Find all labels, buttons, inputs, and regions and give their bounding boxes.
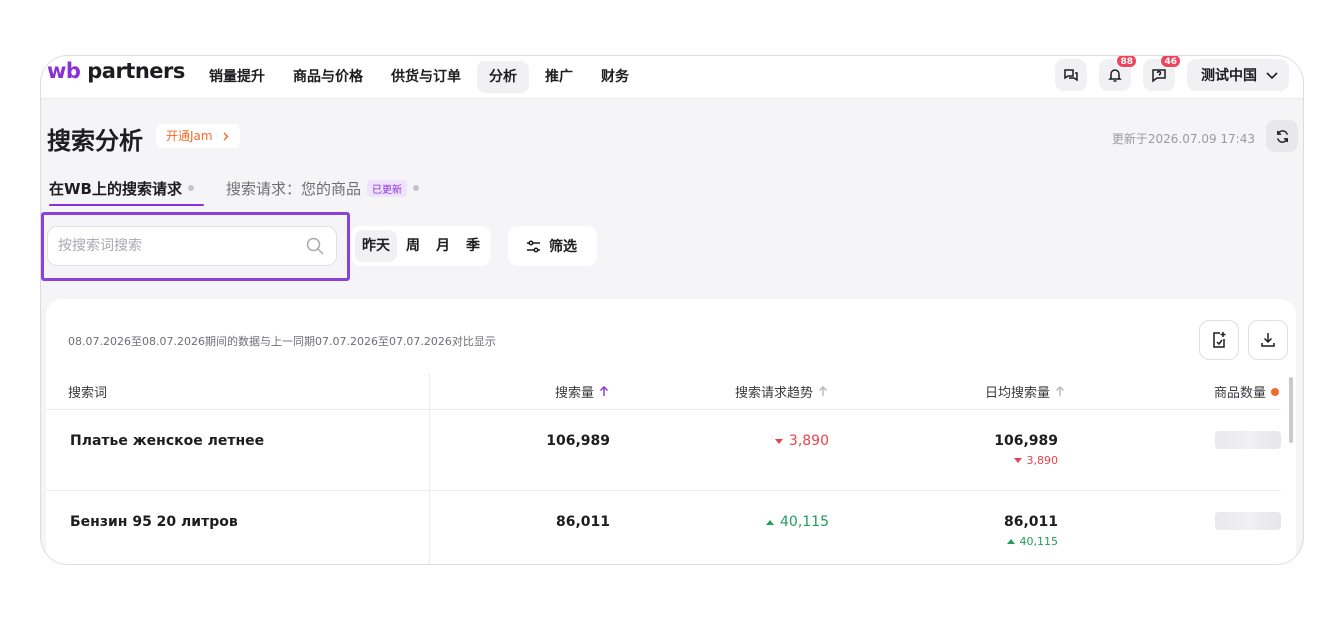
table-row[interactable]: Платье женское летнее 106,989 3,890 106,… <box>46 410 1281 491</box>
info-dot-icon <box>413 185 419 191</box>
wb-partners-logo[interactable]: wb partners <box>47 59 185 83</box>
search-icon[interactable] <box>306 237 324 255</box>
query-cell: Платье женское летнее <box>70 433 265 449</box>
sort-arrow-up-icon <box>600 386 609 396</box>
period-selector: 昨天 周 月 季 <box>351 226 491 266</box>
nav-item-products-prices[interactable]: 商品与价格 <box>281 61 375 93</box>
question-bubble-icon <box>1152 69 1166 83</box>
tab-wb-search-queries[interactable]: 在WB上的搜索请求 <box>49 172 204 206</box>
export-to-sheet-button[interactable] <box>1199 320 1239 360</box>
sort-arrow-up-icon <box>819 386 828 396</box>
search-queries-card: 08.07.2026至08.07.2026期间的数据与上一同期07.07.202… <box>46 299 1296 564</box>
updated-tag: 已更新 <box>367 179 407 197</box>
trend-cell: 40,115 <box>766 514 829 530</box>
nav-item-analytics[interactable]: 分析 <box>477 61 529 93</box>
support-count-badge: 46 <box>1160 56 1181 68</box>
volume-cell: 86,011 <box>555 514 610 530</box>
column-header-daily[interactable]: 日均搜索量 <box>985 382 1065 401</box>
refresh-icon <box>1276 129 1288 143</box>
daily-volume-cell: 86,011 <box>1003 514 1058 530</box>
jam-label: 开通Jam <box>166 129 213 143</box>
notifications-count-badge: 88 <box>1116 56 1137 68</box>
sliders-icon <box>527 239 540 253</box>
volume-cell: 106,989 <box>546 433 610 449</box>
chevron-right-icon <box>223 132 229 140</box>
sort-arrow-up-icon <box>1056 386 1065 396</box>
column-header-query[interactable]: 搜索词 <box>68 382 107 401</box>
column-header-products[interactable]: 商品数量 <box>1214 382 1280 401</box>
chevron-down-icon <box>1266 72 1278 80</box>
download-button[interactable] <box>1248 320 1288 360</box>
table-header: 搜索词 搜索量 搜索请求趋势 日均搜索量 商品数量 <box>46 369 1281 410</box>
account-switcher[interactable]: 测试中国 <box>1187 59 1289 91</box>
table-row[interactable]: Бензин 95 20 литров 86,011 40,115 86,011… <box>46 491 1281 564</box>
daily-trend-cell: 40,115 <box>1006 535 1058 548</box>
products-count-placeholder <box>1215 512 1281 530</box>
info-dot-icon <box>1271 387 1280 396</box>
period-comparison-note: 08.07.2026至08.07.2026期间的数据与上一同期07.07.202… <box>68 335 496 348</box>
page-title: 搜索分析 <box>47 127 143 155</box>
query-cell: Бензин 95 20 литров <box>70 514 238 530</box>
nav-item-sales-growth[interactable]: 销量提升 <box>197 61 277 93</box>
period-week[interactable]: 周 <box>399 230 427 262</box>
support-button[interactable]: 46 <box>1143 56 1181 91</box>
daily-volume-cell: 106,989 <box>994 433 1058 449</box>
trend-up-icon <box>1006 539 1015 544</box>
period-month[interactable]: 月 <box>429 230 457 262</box>
add-document-icon <box>1213 332 1226 348</box>
trend-up-icon <box>766 519 774 525</box>
refresh-button[interactable] <box>1266 120 1298 152</box>
filter-label: 筛选 <box>549 239 577 255</box>
app-window: wb partners 销量提升 商品与价格 供货与订单 分析 推广 财务 88 <box>40 55 1304 565</box>
tab-label: 搜索请求：您的商品 <box>225 179 361 198</box>
search-field[interactable] <box>47 226 337 266</box>
top-navigation: wb partners 销量提升 商品与价格 供货与订单 分析 推广 财务 88 <box>41 56 1303 99</box>
column-header-trend[interactable]: 搜索请求趋势 <box>735 382 828 401</box>
nav-item-promotion[interactable]: 推广 <box>533 61 585 93</box>
trend-down-icon <box>774 438 783 444</box>
info-dot-icon <box>187 185 194 191</box>
filter-button[interactable]: 筛选 <box>508 226 597 266</box>
chat-bubbles-icon <box>1064 69 1078 82</box>
daily-trend-cell: 3,890 <box>1013 454 1058 467</box>
jam-subscribe-link[interactable]: 开通Jam <box>156 124 240 148</box>
chat-button[interactable] <box>1055 59 1087 91</box>
table-scrollbar[interactable] <box>1289 377 1293 443</box>
trend-down-icon <box>1013 458 1022 463</box>
main-nav: 销量提升 商品与价格 供货与订单 分析 推广 财务 <box>197 61 641 93</box>
account-name: 测试中国 <box>1201 68 1257 84</box>
bell-icon <box>1108 69 1122 82</box>
nav-item-supplies-orders[interactable]: 供货与订单 <box>379 61 473 93</box>
top-right-actions: 88 46 测试中国 <box>1055 56 1289 91</box>
products-count-placeholder <box>1215 431 1281 449</box>
column-header-volume[interactable]: 搜索量 <box>555 382 609 401</box>
period-yesterday[interactable]: 昨天 <box>355 230 397 262</box>
analytics-tabs: 在WB上的搜索请求 搜索请求：您的商品 已更新 <box>49 172 429 206</box>
search-input[interactable] <box>58 227 298 265</box>
trend-cell: 3,890 <box>774 433 829 449</box>
period-quarter[interactable]: 季 <box>459 230 487 262</box>
tab-label: 在WB上的搜索请求 <box>49 179 182 198</box>
download-icon <box>1261 333 1275 347</box>
updated-timestamp: 更新于2026.07.09 17:43 <box>1111 132 1255 146</box>
tab-your-products-queries[interactable]: 搜索请求：您的商品 已更新 <box>226 172 429 204</box>
nav-item-finance[interactable]: 财务 <box>589 61 641 93</box>
notifications-button[interactable]: 88 <box>1099 56 1137 91</box>
